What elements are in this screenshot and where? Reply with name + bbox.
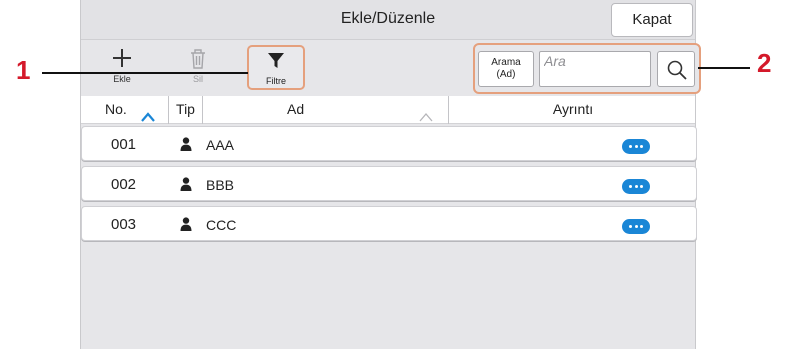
filter-icon	[249, 49, 303, 75]
filter-button[interactable]: Filtre	[247, 45, 305, 90]
add-button[interactable]: Ekle	[93, 45, 151, 90]
list-item[interactable]: 001 AAA	[81, 126, 697, 161]
plus-icon	[93, 47, 151, 73]
person-icon	[180, 217, 192, 236]
more-details-icon[interactable]	[622, 179, 650, 194]
column-no-label: No.	[105, 101, 127, 117]
more-details-icon[interactable]	[622, 139, 650, 154]
item-number: 002	[111, 176, 137, 193]
callout-2: 2	[757, 48, 772, 78]
search-icon	[666, 59, 688, 86]
column-header-row: No. Tip Ad Ayrıntı	[81, 96, 695, 124]
more-details-icon[interactable]	[622, 219, 650, 234]
column-header-type[interactable]: Tip	[169, 96, 203, 124]
callout-2-line	[698, 67, 750, 69]
list-item[interactable]: 002 BBB	[81, 166, 697, 201]
search-mode-line2: (Ad)	[496, 69, 516, 80]
trash-icon	[169, 47, 227, 73]
search-group: Arama (Ad)	[473, 43, 701, 94]
list-item[interactable]: 003 CCC	[81, 206, 697, 241]
column-header-name[interactable]: Ad	[203, 96, 449, 124]
delete-label: Sil	[192, 74, 203, 84]
column-name-label: Ad	[287, 101, 305, 117]
column-header-no[interactable]: No.	[81, 96, 169, 124]
search-mode-line1: Arama	[491, 57, 521, 68]
item-number: 001	[111, 136, 137, 153]
address-book-panel: Ekle/Düzenle Kapat Ekle Sil Filtre Arama…	[80, 0, 701, 349]
toolbar: Ekle Sil Filtre Arama (Ad)	[81, 41, 701, 94]
item-number: 003	[111, 216, 137, 233]
item-name: AAA	[206, 137, 235, 153]
delete-button[interactable]: Sil	[169, 45, 227, 90]
item-name: BBB	[206, 177, 235, 193]
search-button[interactable]	[657, 51, 695, 87]
column-header-details: Ayrıntı	[552, 101, 594, 117]
callout-1-line	[42, 72, 248, 74]
person-icon	[180, 177, 192, 196]
search-input[interactable]	[539, 51, 651, 87]
window-title: Ekle/Düzenle	[340, 10, 436, 27]
item-name: CCC	[206, 217, 237, 233]
close-button[interactable]: Kapat	[611, 3, 693, 37]
filter-label: Filtre	[266, 76, 286, 86]
search-mode-button[interactable]: Arama (Ad)	[478, 51, 534, 87]
title-bar: Ekle/Düzenle Kapat	[81, 0, 695, 40]
person-icon	[180, 137, 192, 156]
add-label: Ekle	[113, 74, 131, 84]
callout-1: 1	[16, 55, 31, 85]
